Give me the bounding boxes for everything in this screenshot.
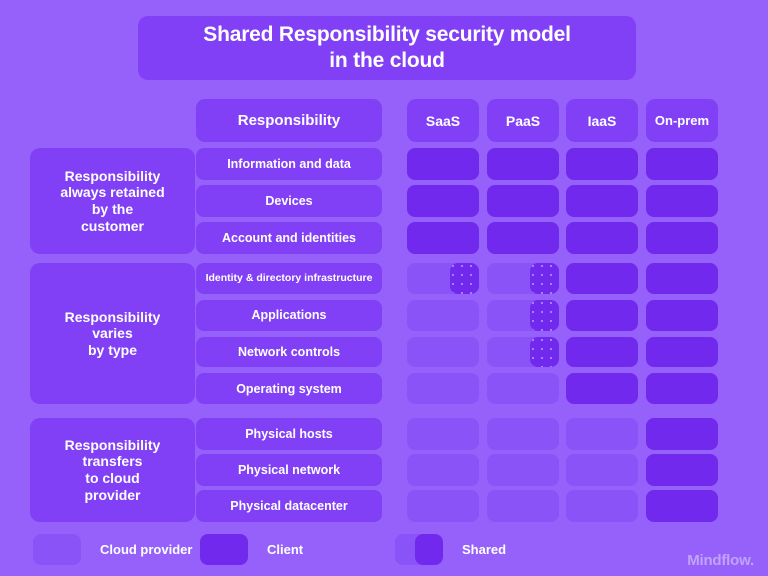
legend-item-shared: Shared	[395, 532, 506, 566]
row-label: Identity & directory infrastructure	[196, 263, 382, 294]
matrix-header-row: Responsibility SaaS PaaS IaaS On-prem	[0, 99, 768, 142]
shared-client-portion	[530, 299, 559, 331]
matrix-cell-client	[646, 263, 718, 294]
row-label: Applications	[196, 299, 382, 331]
matrix-row: Network controls	[0, 336, 768, 368]
shared-client-portion	[530, 263, 559, 294]
header-responsibility: Responsibility	[196, 99, 382, 142]
row-label: Physical hosts	[196, 418, 382, 450]
matrix-cell-client	[646, 299, 718, 331]
matrix-cell-provider	[566, 490, 638, 522]
matrix-cell-shared	[487, 263, 559, 294]
responsibility-group: Responsibility varies by type Identity & …	[0, 263, 768, 404]
matrix-row: Physical network	[0, 454, 768, 486]
row-label: Devices	[196, 185, 382, 217]
matrix-cell-provider	[487, 454, 559, 486]
row-label: Network controls	[196, 336, 382, 368]
responsibility-group: Responsibility transfers to cloud provid…	[0, 418, 768, 522]
matrix-cell-provider	[487, 490, 559, 522]
matrix-cell-shared	[487, 336, 559, 368]
header-column-on-prem: On-prem	[646, 99, 718, 142]
matrix-row: Account and identities	[0, 222, 768, 254]
matrix-cell-client	[566, 263, 638, 294]
header-column-iaas: IaaS	[566, 99, 638, 142]
matrix-cell-provider	[407, 418, 479, 450]
row-label: Physical datacenter	[196, 490, 382, 522]
matrix-cell-client	[646, 222, 718, 254]
matrix-cell-client	[646, 418, 718, 450]
row-label: Account and identities	[196, 222, 382, 254]
page-title: Shared Responsibility security model in …	[138, 16, 636, 80]
matrix-row: Applications	[0, 299, 768, 331]
legend-swatch-client	[200, 533, 248, 565]
row-label: Information and data	[196, 148, 382, 180]
infographic-canvas: Shared Responsibility security model in …	[0, 0, 768, 576]
legend-item-client: Client	[200, 532, 303, 566]
matrix-cell-provider	[407, 336, 479, 368]
row-label: Physical network	[196, 454, 382, 486]
matrix-cell-client	[566, 185, 638, 217]
responsibility-group: Responsibility always retained by the cu…	[0, 148, 768, 254]
matrix-cell-provider	[407, 373, 479, 404]
legend-label: Shared	[462, 541, 507, 557]
matrix-cell-provider	[566, 418, 638, 450]
group-rows: Information and data Devices Account and i…	[0, 148, 768, 254]
matrix-cell-client	[566, 299, 638, 331]
matrix-cell-provider	[407, 454, 479, 486]
legend-swatch-client-portion	[415, 533, 443, 565]
shared-client-portion	[530, 336, 559, 368]
matrix-cell-client	[487, 222, 559, 254]
matrix-cell-client	[487, 185, 559, 217]
matrix-cell-shared	[487, 299, 559, 331]
matrix-row: Devices	[0, 185, 768, 217]
matrix-row: Identity & directory infrastructure	[0, 263, 768, 294]
matrix-cell-client	[646, 490, 718, 522]
matrix-cell-provider	[487, 373, 559, 404]
matrix-row: Physical datacenter	[0, 490, 768, 522]
group-rows: Identity & directory infrastructure Appli…	[0, 263, 768, 404]
matrix-cell-client	[646, 148, 718, 180]
matrix-cell-client	[566, 222, 638, 254]
legend: Cloud provider Client Shared	[0, 532, 768, 570]
matrix-cell-provider	[566, 454, 638, 486]
matrix-cell-shared	[407, 263, 479, 294]
matrix-cell-client	[566, 373, 638, 404]
watermark: Mindflow.	[687, 552, 754, 569]
matrix-cell-client	[646, 454, 718, 486]
group-rows: Physical hosts Physical network Physical d…	[0, 418, 768, 522]
matrix-row: Operating system	[0, 373, 768, 404]
matrix-cell-provider	[407, 299, 479, 331]
row-label: Operating system	[196, 373, 382, 404]
matrix-cell-client	[407, 185, 479, 217]
matrix-cell-client	[407, 148, 479, 180]
matrix-cell-client	[566, 336, 638, 368]
legend-item-provider: Cloud provider	[33, 532, 192, 566]
page-title-text: Shared Responsibility security model in …	[203, 22, 571, 72]
matrix-cell-client	[487, 148, 559, 180]
matrix-cell-provider	[487, 418, 559, 450]
matrix-cell-client	[646, 185, 718, 217]
legend-swatch-provider	[33, 533, 81, 565]
header-column-paas: PaaS	[487, 99, 559, 142]
matrix-cell-client	[407, 222, 479, 254]
matrix-row: Information and data	[0, 148, 768, 180]
matrix-cell-client	[646, 336, 718, 368]
legend-swatch-shared	[395, 533, 443, 565]
matrix-cell-provider	[407, 490, 479, 522]
shared-client-portion	[450, 263, 479, 294]
matrix-cell-client	[566, 148, 638, 180]
matrix-row: Physical hosts	[0, 418, 768, 450]
matrix-cell-client	[646, 373, 718, 404]
legend-label: Client	[267, 541, 304, 557]
header-column-saas: SaaS	[407, 99, 479, 142]
legend-label: Cloud provider	[100, 541, 193, 557]
